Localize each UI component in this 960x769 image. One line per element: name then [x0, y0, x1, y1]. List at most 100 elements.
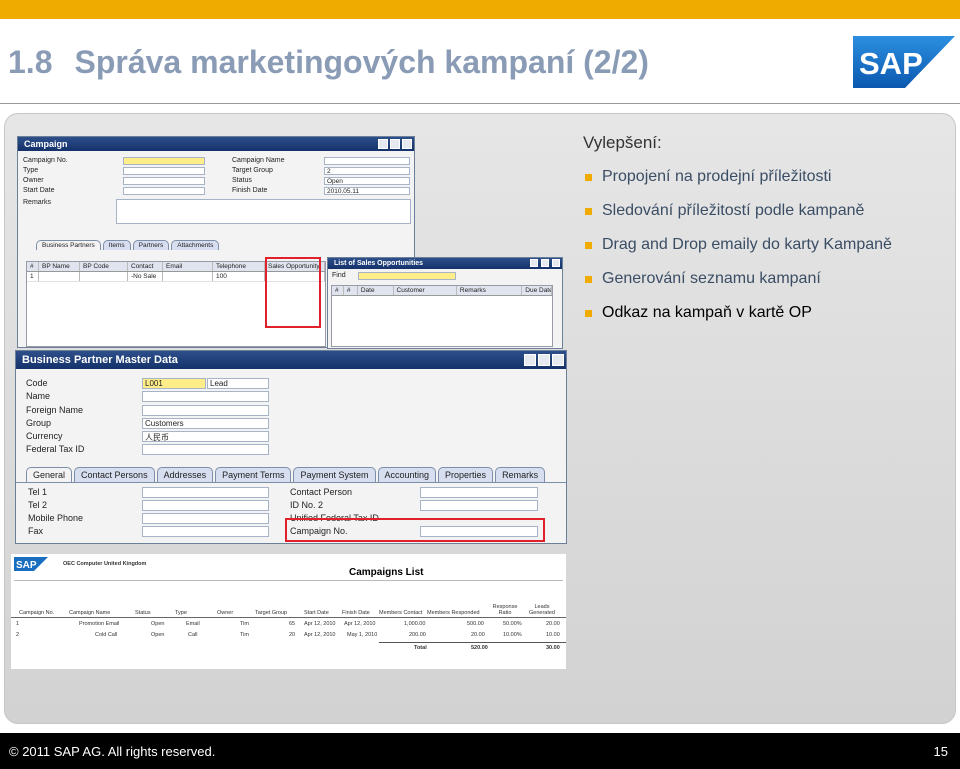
sap-logo: SAP [853, 36, 955, 88]
table-row[interactable]: 1 Promotion Email Open Email Tim 65 Apr … [11, 621, 566, 632]
owner-select[interactable] [123, 177, 205, 185]
code-label: Code [26, 378, 48, 388]
highlight-campaign-no [285, 518, 545, 542]
find-input[interactable] [358, 272, 456, 280]
name-input[interactable] [142, 391, 269, 402]
mobile-input[interactable] [142, 513, 269, 524]
start-date-input[interactable] [123, 187, 205, 195]
status-label: Status [232, 177, 252, 184]
tab-items[interactable]: Items [102, 240, 131, 250]
start-date-label: Start Date [23, 187, 55, 194]
contact-person-input[interactable] [420, 487, 538, 498]
maximize-button[interactable] [541, 259, 549, 267]
remarks-textarea[interactable] [116, 199, 411, 224]
foreign-name-label: Foreign Name [26, 405, 84, 415]
campaign-name-label: Campaign Name [232, 157, 285, 164]
id-no2-input[interactable] [420, 500, 538, 511]
tab-attachments[interactable]: Attachments [171, 240, 220, 250]
bullet-item: Odkaz na kampaň v kartě OP [583, 303, 953, 337]
sales-opps-titlebar: List of Sales Opportunities [328, 258, 562, 269]
bullet-item: Sledování příležitostí podle kampaně [583, 201, 953, 235]
sales-opps-title: List of Sales Opportunities [334, 260, 424, 267]
campaigns-report: SAP OEC Computer United Kingdom Campaign… [11, 554, 566, 669]
sales-opps-grid: # # Date Customer Remarks Due Date [331, 285, 553, 347]
contact-person-label: Contact Person [290, 487, 353, 497]
bp-tabs: General Contact Persons Addresses Paymen… [26, 467, 547, 482]
type-select[interactable] [123, 167, 205, 175]
fax-input[interactable] [142, 526, 269, 537]
maximize-button[interactable] [390, 139, 400, 149]
top-accent-bar [0, 0, 960, 19]
tel1-label: Tel 1 [28, 487, 48, 497]
campaign-tabs: Business Partners Items Partners Attachm… [36, 240, 221, 250]
tab-partners[interactable]: Partners [132, 240, 170, 250]
grid-col-contact: Contact [128, 262, 163, 271]
tel1-input[interactable] [142, 487, 269, 498]
report-sap-logo: SAP [14, 557, 48, 571]
tab-addresses[interactable]: Addresses [156, 467, 214, 482]
logo-text: SAP [859, 46, 923, 81]
finish-date-label: Finish Date [232, 187, 268, 194]
sales-opps-grid-header: # # Date Customer Remarks Due Date [332, 286, 552, 296]
highlight-sales-opportunity [265, 257, 321, 328]
grid-col-telephone: Telephone [213, 262, 265, 271]
footer-copyright: © 2011 SAP AG. All rights reserved. [9, 744, 216, 759]
tab-remarks[interactable]: Remarks [495, 467, 546, 482]
minimize-button[interactable] [530, 259, 538, 267]
bp-window-title: Business Partner Master Data [22, 354, 178, 366]
close-button[interactable] [552, 259, 560, 267]
remarks-label: Remarks [23, 199, 52, 206]
title-number: 1.8 [8, 44, 53, 80]
bullet-item: Generování seznamu kampaní [583, 269, 953, 303]
target-group-label: Target Group [232, 167, 273, 174]
id-no2-label: ID No. 2 [290, 500, 324, 510]
bp-type-select[interactable]: Lead [207, 378, 269, 389]
tab-payment-system[interactable]: Payment System [293, 467, 376, 482]
campaign-no-label: Campaign No. [23, 157, 68, 164]
bp-window-titlebar: Business Partner Master Data [16, 351, 566, 369]
bullet-item: Drag and Drop emaily do karty Kampaně [583, 235, 953, 269]
bp-master-window: Business Partner Master Data Code Name F… [15, 350, 567, 544]
tab-payment-terms[interactable]: Payment Terms [215, 467, 292, 482]
svg-text:SAP: SAP [16, 560, 37, 571]
code-input[interactable]: L001 [142, 378, 206, 389]
foreign-name-input[interactable] [142, 405, 269, 416]
currency-select[interactable]: 人民币 [142, 431, 269, 442]
report-header-row: Campaign No. Campaign Name Status Type O… [11, 604, 566, 618]
campaign-window-title: Campaign [24, 139, 68, 149]
report-total-row: Total 520.00 30.00 [379, 642, 566, 653]
tab-contact-persons[interactable]: Contact Persons [74, 467, 155, 482]
page-number: 15 [933, 744, 948, 759]
name-label: Name [26, 391, 51, 401]
tab-properties[interactable]: Properties [438, 467, 494, 482]
tel2-input[interactable] [142, 500, 269, 511]
group-label: Group [26, 418, 52, 428]
grid-col-index: # [27, 262, 39, 271]
grid-col-bp-code: BP Code [80, 262, 128, 271]
maximize-button[interactable] [538, 354, 550, 366]
grid-col-email: Email [163, 262, 213, 271]
find-label: Find [332, 272, 346, 279]
campaign-no-input[interactable] [123, 157, 205, 165]
owner-label: Owner [23, 177, 44, 184]
close-button[interactable] [402, 139, 412, 149]
campaign-name-input[interactable] [324, 157, 410, 165]
minimize-button[interactable] [524, 354, 536, 366]
bullet-list: Vylepšení: Propojení na prodejní příleži… [583, 133, 953, 337]
tab-accounting[interactable]: Accounting [377, 467, 437, 482]
finish-date-input[interactable]: 2010.05.11 [324, 187, 410, 195]
title-text: Správa marketingových kampaní (2/2) [74, 44, 649, 80]
bullets-heading: Vylepšení: [583, 133, 662, 152]
close-button[interactable] [552, 354, 564, 366]
target-group-input[interactable]: 2 [324, 167, 410, 175]
report-company: OEC Computer United Kingdom [63, 561, 147, 567]
report-header-line [14, 580, 563, 581]
federal-tax-label: Federal Tax ID [26, 444, 85, 454]
tab-general[interactable]: General [26, 467, 73, 482]
status-select[interactable]: Open [324, 177, 410, 185]
federal-tax-input[interactable] [142, 444, 269, 455]
minimize-button[interactable] [378, 139, 388, 149]
tab-business-partners[interactable]: Business Partners [36, 240, 101, 250]
group-select[interactable]: Customers [142, 418, 269, 429]
fax-label: Fax [28, 526, 44, 536]
